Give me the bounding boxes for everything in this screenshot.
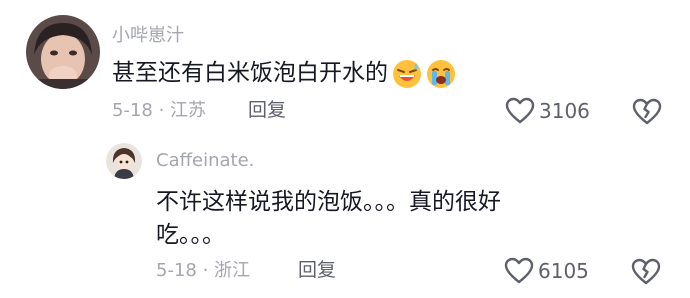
comment-date-location: 5-18 · 江苏 [112,100,207,121]
comment-text: 不许这样说我的泡饭。。。真的很好 吃。。。 [156,186,501,252]
like-count: 6105 [538,258,589,283]
reply-button[interactable]: 回复 [298,261,336,280]
reply-button[interactable]: 回复 [248,101,286,120]
avatar[interactable] [106,143,142,179]
comment-username[interactable]: Caffeinate. [156,152,254,170]
crying-emoji-icon [426,59,456,89]
comment-body-line: 吃。。。 [156,222,225,248]
comment-text: 甚至还有白米饭泡白开水的 [112,57,456,90]
broken-heart-icon [632,98,662,125]
dislike-button[interactable] [632,98,662,125]
broken-heart-icon [631,258,661,285]
avatar[interactable] [26,15,100,89]
dislike-button[interactable] [631,258,661,285]
like-button[interactable]: 3106 [505,97,590,124]
like-count: 3106 [539,98,590,123]
comment-date-location: 5-18 · 浙江 [156,260,251,281]
comment-username[interactable]: 小哔崽汁 [112,27,184,45]
heart-outline-icon [504,257,534,284]
comment-body-line: 不许这样说我的泡饭。。。真的很好 [156,189,501,215]
comment-body: 甚至还有白米饭泡白开水的 [112,60,388,86]
heart-outline-icon [505,97,535,124]
like-button[interactable]: 6105 [504,257,589,284]
grinning-sweat-emoji-icon [392,59,422,89]
